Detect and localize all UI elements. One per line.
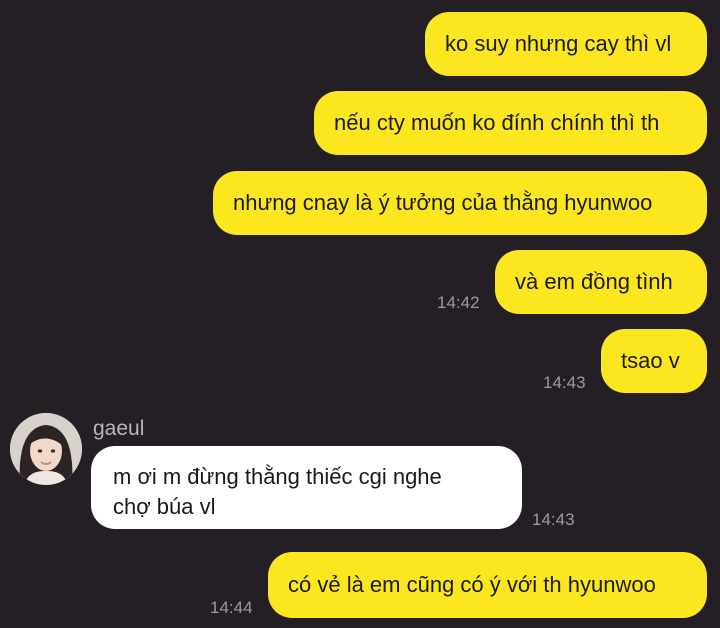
message-timestamp: 14:44 <box>210 598 253 617</box>
message-timestamp: 14:42 <box>437 293 480 312</box>
message-text: ko suy nhưng cay thì vl <box>445 31 672 56</box>
message-text-line: m ơi m đừng thằng thiếc cgi nghe <box>113 464 442 489</box>
message-text: tsao v <box>621 348 680 373</box>
message-timestamp: 14:43 <box>532 510 575 529</box>
outgoing-message-bubble[interactable]: ko suy nhưng cay thì vl <box>425 12 707 76</box>
outgoing-message-bubble[interactable]: nhưng cnay là ý tưởng của thằng hyunwoo <box>213 171 707 235</box>
outgoing-message-bubble[interactable]: và em đồng tình <box>495 250 707 314</box>
message-timestamp: 14:43 <box>543 373 586 392</box>
incoming-message-bubble[interactable]: m ơi m đừng thằng thiếc cgi nghe chợ búa… <box>91 446 522 529</box>
message-text: nếu cty muốn ko đính chính thì th <box>334 110 660 135</box>
avatar-image <box>10 413 82 485</box>
sender-name: gaeul <box>93 417 145 440</box>
message-text: nhưng cnay là ý tưởng của thằng hyunwoo <box>233 190 653 215</box>
outgoing-message-bubble[interactable]: có vẻ là em cũng có ý với th hyunwoo <box>268 552 707 618</box>
outgoing-message-bubble[interactable]: tsao v <box>601 329 707 393</box>
profile-photo-icon[interactable] <box>10 413 82 485</box>
outgoing-message-bubble[interactable]: nếu cty muốn ko đính chính thì th <box>314 91 707 155</box>
message-text-line: chợ búa vl <box>113 494 216 519</box>
message-text: có vẻ là em cũng có ý với th hyunwoo <box>288 572 656 597</box>
message-text: và em đồng tình <box>515 269 673 294</box>
